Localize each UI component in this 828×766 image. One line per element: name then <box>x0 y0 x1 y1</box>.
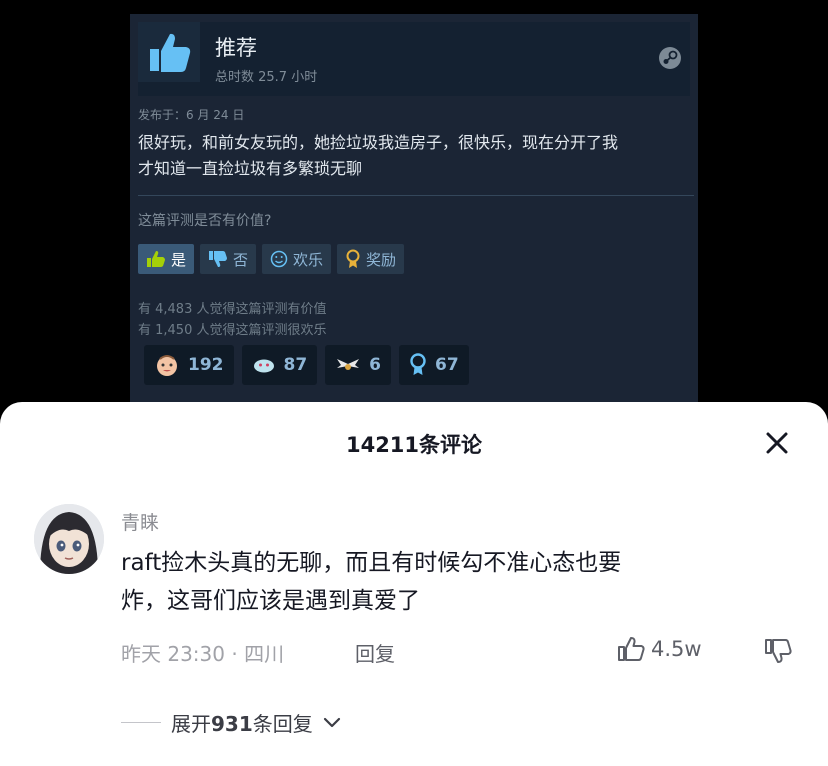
thumbs-down-outline-icon[interactable] <box>764 638 792 668</box>
avatar[interactable] <box>34 504 104 574</box>
thumbs-up-icon <box>138 22 200 82</box>
reply-button[interactable]: 回复 <box>355 638 395 667</box>
helpful-question: 这篇评测是否有价值? <box>138 213 272 229</box>
posted-date: 发布于：6 月 24 日 <box>138 108 245 122</box>
award-badge[interactable]: 87 <box>241 345 318 385</box>
chevron-down-icon <box>323 717 340 727</box>
award-count: 192 <box>188 355 224 375</box>
award-icon <box>346 249 360 268</box>
awards-row: 192 87 6 67 <box>144 345 469 385</box>
comment-body: raft捡木头真的无聊，而且有时候勾不准心态也要 炸，这哥们应该是遇到真爱了 <box>121 544 801 620</box>
helpful-count-text: 有 4,483 人觉得这篇评测有价值 <box>138 302 327 317</box>
vote-no-button[interactable]: 否 <box>200 244 257 274</box>
vote-funny-button[interactable]: 欢乐 <box>262 244 332 274</box>
vote-yes-label: 是 <box>171 250 187 269</box>
vote-buttons: 是 否 欢乐 奖励 <box>138 244 405 274</box>
award-count: 6 <box>369 355 382 375</box>
comment-line: raft捡木头真的无聊，而且有时候勾不准心态也要 <box>121 550 622 576</box>
review-header: 推荐 总时数 25.7 小时 <box>138 22 690 96</box>
review-line: 才知道一直捡垃圾有多繁琐无聊 <box>138 159 363 178</box>
comment-sheet: 14211条评论 青睐 raft捡木头真的无聊，而且有时候勾不准心态也要 炸，这… <box>0 402 828 766</box>
blob-face-icon <box>253 359 274 373</box>
vote-yes-button[interactable]: 是 <box>138 244 195 274</box>
comment-time-location: 昨天 23:30 · 四川 <box>121 642 285 666</box>
award-count: 87 <box>283 355 308 375</box>
award-badge[interactable]: 192 <box>144 345 234 385</box>
award-badge[interactable]: 6 <box>325 345 392 385</box>
divider <box>138 195 694 196</box>
expand-divider-line <box>121 722 161 723</box>
smiley-icon <box>270 250 288 268</box>
wholesome-face-icon <box>157 355 177 376</box>
expand-replies-label: 展开931条回复 <box>171 712 313 736</box>
review-body: 很好玩，和前女友玩的，她捡垃圾我造房子，很快乐，现在分开了我 才知道一直捡垃圾有… <box>138 130 688 182</box>
vote-funny-label: 欢乐 <box>293 250 324 269</box>
winged-icon <box>337 359 360 370</box>
award-button[interactable]: 奖励 <box>337 244 405 274</box>
thumbs-up-outline-icon <box>618 637 645 661</box>
like-count: 4.5w <box>651 637 702 661</box>
thumbs-up-icon <box>147 251 165 267</box>
playtime-hours: 总时数 25.7 小时 <box>215 70 318 85</box>
thumbs-down-icon <box>209 251 228 267</box>
steam-review-card: 推荐 总时数 25.7 小时 发布于：6 月 24 日 很好玩，和前女友玩的，她… <box>130 14 698 414</box>
award-badge[interactable]: 67 <box>399 345 469 385</box>
expand-replies-button[interactable]: 展开931条回复 <box>121 708 341 737</box>
comment-username[interactable]: 青睐 <box>121 508 159 535</box>
vote-no-label: 否 <box>233 250 249 269</box>
comment-line: 炸，这哥们应该是遇到真爱了 <box>121 588 420 614</box>
steam-logo-icon <box>658 46 682 74</box>
award-ribbon-icon <box>410 353 426 375</box>
recommend-label: 推荐 <box>215 36 257 60</box>
comment-count-title: 14211条评论 <box>345 433 483 457</box>
award-count: 67 <box>435 355 459 375</box>
funny-count-text: 有 1,450 人觉得这篇评测很欢乐 <box>138 323 327 338</box>
award-label: 奖励 <box>366 250 397 269</box>
like-button[interactable]: 4.5w <box>617 636 702 662</box>
close-icon[interactable] <box>764 430 790 456</box>
review-line: 很好玩，和前女友玩的，她捡垃圾我造房子，很快乐，现在分开了我 <box>138 133 619 152</box>
